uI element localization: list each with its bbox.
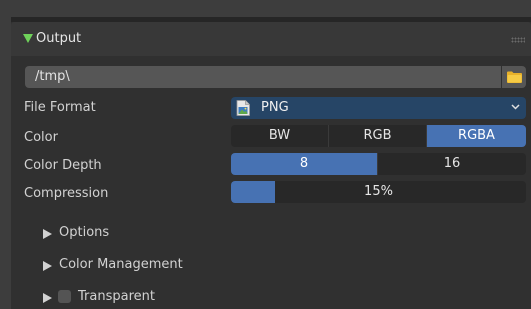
compression-value: 15% (364, 184, 393, 199)
color-option-bw[interactable]: BW (231, 125, 329, 147)
output-path-field[interactable]: /tmp\ (25, 66, 501, 88)
options-subpanel-title: Options (59, 225, 110, 240)
output-panel: Output /tmp\ File Format PNG Color BW RG… (11, 17, 531, 309)
file-format-label: File Format (24, 100, 96, 115)
output-path-value: /tmp\ (35, 69, 70, 84)
color-option-rgba[interactable]: RGBA (427, 125, 526, 147)
color-depth-label: Color Depth (24, 158, 102, 173)
color-depth-selector: 8 16 (231, 153, 526, 175)
folder-icon (507, 71, 522, 83)
png-file-icon (236, 100, 250, 116)
file-format-value: PNG (261, 100, 289, 115)
color-mode-selector: BW RGB RGBA (231, 125, 526, 147)
compression-slider[interactable]: 15% (231, 181, 526, 203)
triangle-right-icon (43, 293, 52, 303)
compression-label: Compression (24, 186, 109, 201)
color-depth-option-8[interactable]: 8 (231, 153, 378, 175)
drag-grip-icon[interactable] (511, 37, 525, 43)
chevron-down-icon (511, 104, 520, 110)
color-depth-option-16[interactable]: 16 (378, 153, 526, 175)
properties-editor: Output /tmp\ File Format PNG Color BW RG… (0, 0, 531, 309)
color-management-subpanel-title: Color Management (59, 257, 183, 272)
triangle-right-icon (43, 229, 52, 239)
triangle-right-icon (43, 261, 52, 271)
transparent-subpanel-title: Transparent (78, 289, 155, 304)
browse-folder-button[interactable] (502, 66, 526, 88)
output-panel-header[interactable]: Output (11, 22, 531, 56)
triangle-down-icon[interactable] (23, 34, 33, 43)
file-format-dropdown[interactable]: PNG (231, 97, 526, 119)
color-label: Color (24, 130, 58, 145)
color-option-rgb[interactable]: RGB (329, 125, 427, 147)
transparent-checkbox[interactable] (58, 290, 71, 303)
panel-title: Output (36, 31, 82, 46)
